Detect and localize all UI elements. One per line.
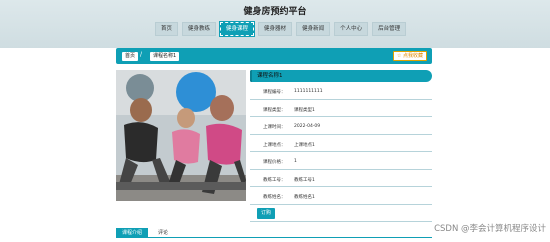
info-label: 上课时间： [263, 125, 286, 130]
tab-course-intro[interactable]: 课程介绍 [116, 228, 149, 238]
info-row-course-id: 课程编号： 1111111111 [250, 82, 432, 100]
favorite-button[interactable]: ☆ 点我收藏 [392, 51, 427, 61]
book-button[interactable]: 订购 [257, 207, 276, 219]
info-value: 上课地点1 [294, 142, 315, 148]
breadcrumb: 首页 / 课程名称1 ☆ 点我收藏 [116, 48, 432, 64]
info-value: 教练姓名1 [294, 195, 315, 200]
breadcrumb-home[interactable]: 首页 [122, 52, 139, 61]
info-value: 2022-04-09 [294, 124, 321, 129]
nav-item-admin[interactable]: 后台管理 [372, 22, 407, 36]
info-row-coach-name: 教练姓名： 教练姓名1 [250, 187, 432, 205]
info-value: 1111111111 [294, 89, 323, 94]
course-info-panel: 课程名称1 课程编号： 1111111111 课程类型： 课程类型1 上课时间：… [250, 70, 432, 222]
breadcrumb-separator: / [140, 51, 143, 58]
nav-item-home[interactable]: 首页 [155, 22, 179, 36]
course-title: 课程名称1 [250, 70, 432, 82]
nav-item-courses[interactable]: 健身课程 [219, 21, 256, 37]
main-nav: 首页 健身教练 健身课程 健身器材 健身新闻 个人中心 后台管理 [155, 21, 407, 37]
site-header: 健身房预约平台 首页 健身教练 健身课程 健身器材 健身新闻 个人中心 后台管理 [0, 0, 550, 48]
info-row-coach-id: 教练工号： 教练工号1 [250, 170, 432, 187]
info-label: 课程编号： [263, 90, 286, 95]
info-row-location: 上课地点： 上课地点1 [250, 135, 432, 152]
nav-item-personal-center[interactable]: 个人中心 [334, 22, 369, 36]
info-row-actions: 订购 [250, 205, 432, 222]
course-image [116, 70, 246, 201]
nav-item-coaches[interactable]: 健身教练 [182, 22, 217, 36]
nav-item-news[interactable]: 健身新闻 [296, 22, 331, 36]
info-label: 上课地点： [263, 142, 286, 148]
info-label: 教练工号： [263, 177, 286, 183]
detail-tabs: 课程介绍 评论 [116, 228, 432, 238]
nav-item-equipment[interactable]: 健身器材 [258, 22, 293, 36]
breadcrumb-current: 课程名称1 [150, 52, 180, 61]
info-label: 课程类型： [263, 107, 286, 113]
info-label: 课程价格： [263, 160, 286, 165]
tab-comments[interactable]: 评论 [152, 228, 174, 238]
info-label: 教练姓名： [263, 195, 286, 200]
info-value: 课程类型1 [294, 107, 315, 113]
info-row-class-time: 上课时间： 2022-04-09 [250, 117, 432, 135]
watermark: CSDN @李会计算机程序设计 [434, 224, 546, 234]
site-title: 健身房预约平台 [243, 7, 307, 17]
info-row-price: 课程价格： 1 [250, 152, 432, 170]
info-value: 1 [294, 159, 297, 164]
info-value: 教练工号1 [294, 177, 315, 183]
info-row-course-type: 课程类型： 课程类型1 [250, 100, 432, 117]
